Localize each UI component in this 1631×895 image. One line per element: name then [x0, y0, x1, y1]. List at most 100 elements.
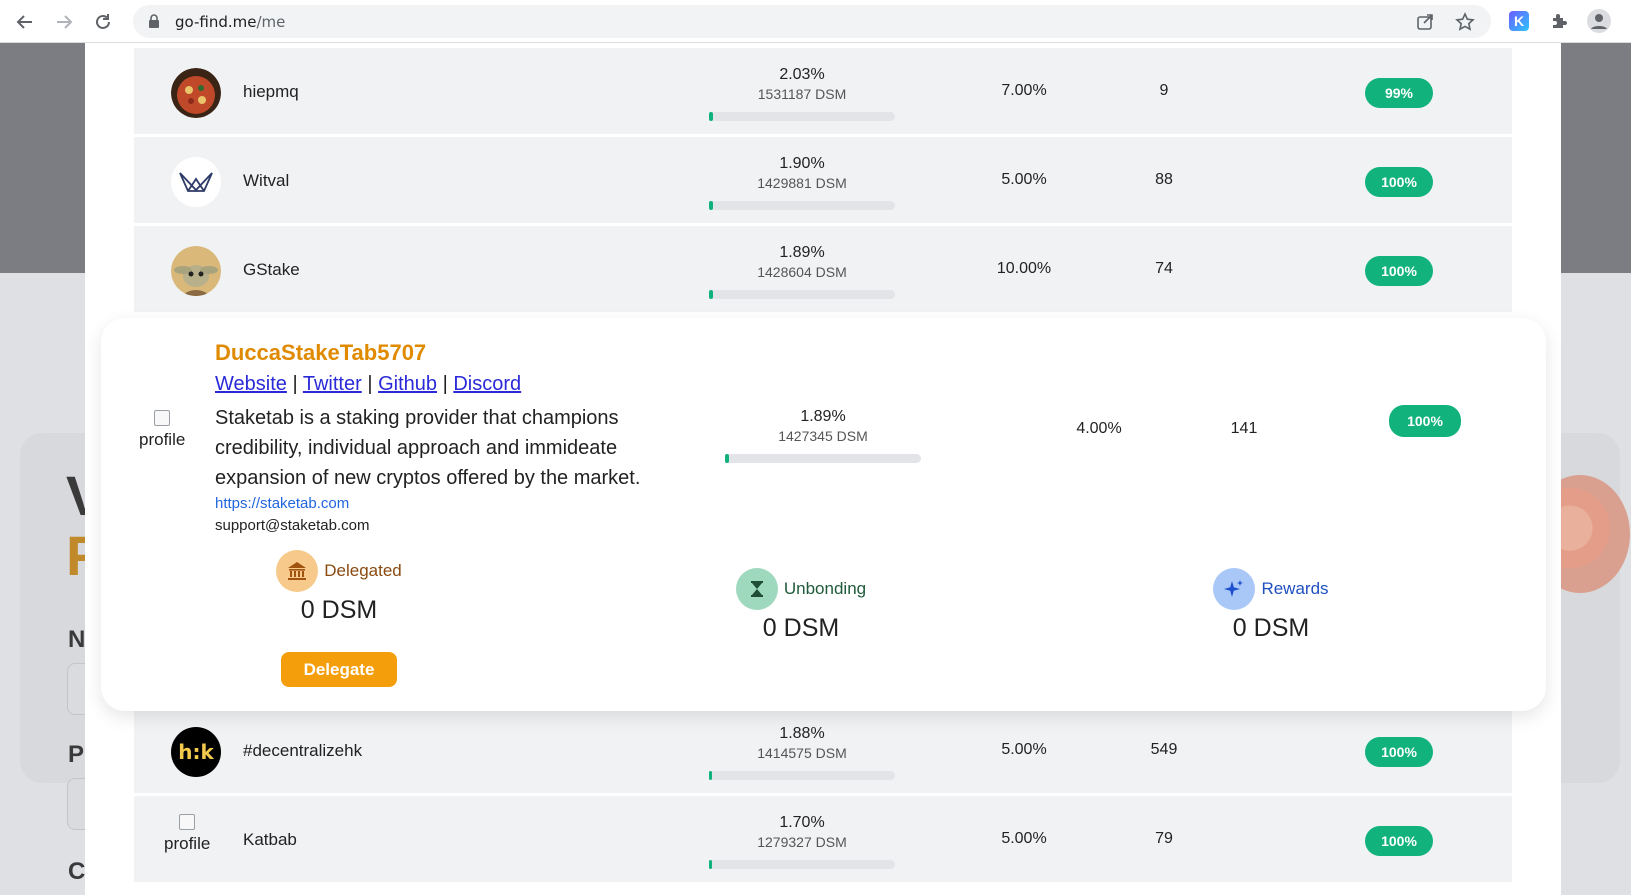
bank-icon	[276, 550, 319, 592]
voting-power-amount: 1414575 DSM	[757, 745, 847, 761]
delegated-header: Delegated	[269, 550, 409, 592]
voting-power-percent: 1.70%	[779, 814, 825, 831]
voting-power: 2.03% 1531187 DSM	[709, 66, 895, 121]
forward-icon[interactable]	[51, 9, 77, 35]
delegated-value: 0 DSM	[300, 596, 378, 624]
lock-icon	[148, 14, 160, 34]
witval-logo-icon	[171, 157, 221, 207]
profile-avatar-icon[interactable]	[1587, 9, 1611, 33]
voting-power-percent: 1.88%	[779, 725, 825, 742]
twitter-link[interactable]: Twitter	[303, 373, 362, 395]
expanded-validator-card: profile DuccaStakeTab5707 Website | Twit…	[101, 318, 1546, 711]
address-bar[interactable]: go-find.me/me	[133, 5, 1491, 38]
unbonding-label: Unbonding	[783, 579, 867, 598]
sparkle-icon	[1213, 568, 1256, 610]
validator-row[interactable]: Witval 1.90% 1429881 DSM 5.00% 88 100%	[134, 137, 1512, 225]
uptime-badge: 99%	[1365, 78, 1433, 108]
delegators-count: 9	[1159, 82, 1169, 99]
unbonding-value: 0 DSM	[762, 614, 840, 642]
voting-power-bar-fill	[725, 454, 729, 463]
delegators-count: 88	[1155, 171, 1173, 188]
uptime-badge: 100%	[1365, 826, 1433, 856]
rewards-label: Rewards	[1261, 579, 1329, 598]
browser-toolbar: go-find.me/me K	[0, 0, 1631, 43]
link-separator: |	[367, 373, 373, 395]
commission: 5.00%	[1001, 741, 1047, 758]
validator-name[interactable]: Witval	[243, 171, 289, 191]
voting-power-bar-fill	[709, 112, 713, 121]
rewards-value: 0 DSM	[1232, 614, 1310, 642]
k-extension-icon[interactable]: K	[1507, 9, 1531, 33]
backdrop-label-letter: C	[68, 858, 86, 885]
discord-link[interactable]: Discord	[453, 373, 521, 395]
voting-power-bar	[725, 454, 921, 463]
pizza-avatar-icon	[171, 68, 221, 118]
delegate-button[interactable]: Delegate	[281, 652, 397, 687]
url-text: go-find.me/me	[175, 13, 286, 31]
delegators-count: 549	[1150, 741, 1178, 758]
rewards-header: Rewards	[1206, 568, 1336, 610]
backdrop-label-letter: N	[68, 626, 86, 653]
hk-logo-icon: h:k	[171, 727, 221, 777]
unbonding-header: Unbonding	[726, 568, 876, 610]
voting-power-bar-fill	[709, 860, 713, 869]
validator-title: DuccaStakeTab5707	[215, 340, 427, 365]
voting-power: 1.89% 1428604 DSM	[709, 244, 895, 299]
delegators-count: 141	[1230, 420, 1258, 437]
link-separator: |	[442, 373, 448, 395]
voting-power-percent: 2.03%	[779, 66, 825, 83]
voting-power-bar-fill	[709, 771, 713, 780]
validator-row[interactable]: profile Katbab 1.70% 1279327 DSM 5.00% 7…	[134, 796, 1512, 884]
validator-description: Staketab is a staking provider that cham…	[215, 407, 641, 489]
voting-power-bar-fill	[709, 201, 713, 210]
validator-name[interactable]: #decentralizehk	[243, 741, 362, 761]
voting-power-bar	[709, 290, 895, 299]
validator-name[interactable]: GStake	[243, 260, 300, 280]
baby-yoda-avatar-icon	[171, 246, 221, 296]
voting-power-amount: 1531187 DSM	[757, 86, 847, 102]
commission: 10.00%	[996, 260, 1052, 277]
uptime-badge: 100%	[1365, 737, 1433, 767]
validator-row[interactable]: GStake 1.89% 1428604 DSM 10.00% 74 100%	[134, 226, 1512, 314]
website-link[interactable]: Website	[215, 373, 287, 395]
validator-links: Website | Twitter | Github | Discord	[215, 373, 521, 396]
uptime-badge: 100%	[1389, 405, 1461, 437]
voting-power: 1.89% 1427345 DSM	[725, 408, 921, 463]
voting-power-amount: 1427345 DSM	[778, 428, 868, 444]
commission: 7.00%	[1001, 82, 1047, 99]
link-separator: |	[292, 373, 298, 395]
bookmark-star-icon[interactable]	[1455, 12, 1475, 32]
commission: 5.00%	[1001, 171, 1047, 188]
rewards-stat: Rewards 0 DSM	[1206, 568, 1336, 643]
hourglass-icon	[735, 568, 778, 610]
commission: 5.00%	[1001, 830, 1047, 847]
validator-website-url[interactable]: https://staketab.com	[215, 495, 349, 512]
voting-power-bar	[709, 112, 895, 121]
delegated-label: Delegated	[324, 561, 402, 580]
validator-name[interactable]: Katbab	[243, 830, 297, 850]
backdrop-label-letter: P	[68, 741, 85, 768]
validator-row[interactable]: hiepmq 2.03% 1531187 DSM 7.00% 9 99%	[134, 48, 1512, 136]
broken-image-icon: profile	[139, 410, 185, 450]
delegators-count: 79	[1155, 830, 1173, 847]
voting-power-bar	[709, 860, 895, 869]
reload-icon[interactable]	[90, 9, 116, 35]
uptime-badge: 100%	[1365, 256, 1433, 286]
commission: 4.00%	[1076, 420, 1122, 437]
voting-power-bar	[709, 771, 895, 780]
share-icon[interactable]	[1415, 12, 1435, 32]
voting-power: 1.88% 1414575 DSM	[709, 725, 895, 780]
voting-power-percent: 1.89%	[779, 244, 825, 261]
voting-power-percent: 1.89%	[800, 408, 846, 425]
voting-power-percent: 1.90%	[779, 155, 825, 172]
voting-power-amount: 1428604 DSM	[757, 264, 847, 280]
github-link[interactable]: Github	[378, 373, 437, 395]
validator-row[interactable]: h:k #decentralizehk 1.88% 1414575 DSM 5.…	[134, 707, 1512, 795]
voting-power-amount: 1279327 DSM	[757, 834, 847, 850]
validator-name[interactable]: hiepmq	[243, 82, 299, 102]
delegators-count: 74	[1155, 260, 1173, 277]
extensions-puzzle-icon[interactable]	[1547, 9, 1571, 33]
back-icon[interactable]	[12, 9, 38, 35]
uptime-badge: 100%	[1365, 167, 1433, 197]
broken-image-icon: profile	[164, 814, 210, 854]
